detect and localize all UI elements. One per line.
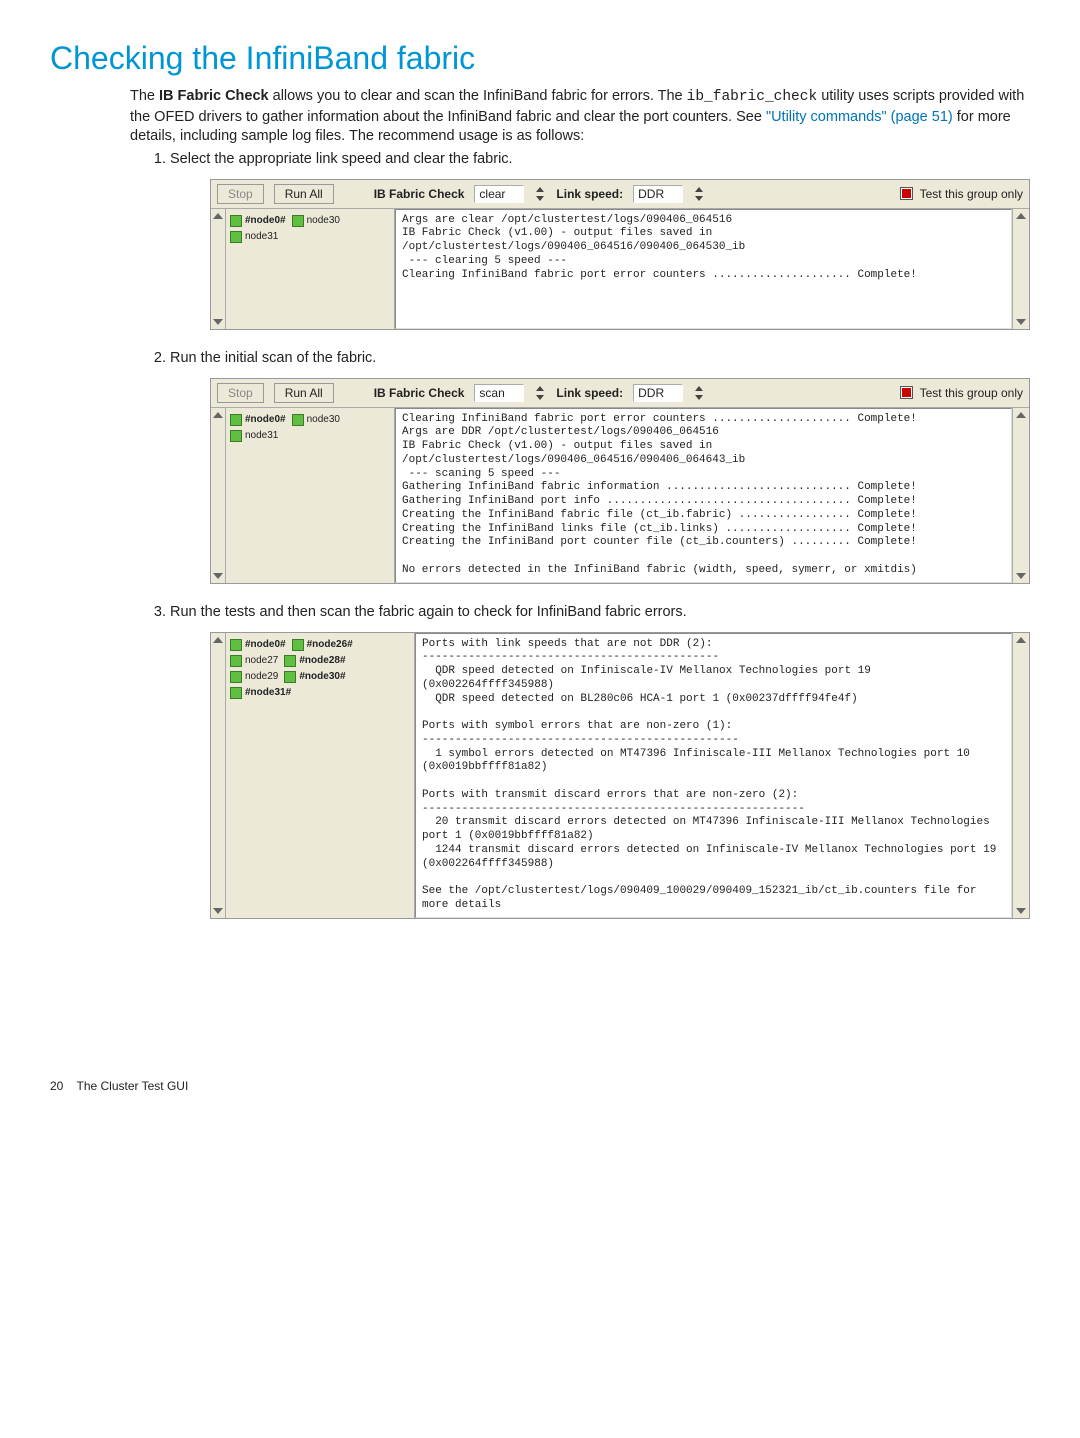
node-item[interactable]: #node0# — [230, 215, 286, 227]
test-group-checkbox[interactable] — [900, 386, 913, 399]
node-label: #node30# — [299, 671, 345, 682]
link-speed-spinner[interactable] — [693, 186, 705, 202]
utility-commands-link[interactable]: "Utility commands" (page 51) — [766, 109, 953, 125]
right-scrollbar[interactable] — [1012, 408, 1029, 583]
stop-button[interactable]: Stop — [217, 383, 264, 403]
intro-code: ib_fabric_check — [687, 89, 818, 105]
figure-2: Stop Run All IB Fabric Check scan Link s… — [210, 378, 1030, 584]
node-status-icon — [292, 215, 304, 227]
test-group-checkbox[interactable] — [900, 187, 913, 200]
node-status-icon — [230, 231, 242, 243]
node-label: #node26# — [307, 639, 353, 650]
nodes-panel: #node0# #node26# node27 #node28# node29 … — [226, 633, 415, 918]
node-item[interactable]: #node31# — [230, 687, 291, 699]
mode-input[interactable]: clear — [474, 185, 524, 203]
node-status-icon — [284, 655, 296, 667]
test-group-label: Test this group only — [920, 187, 1023, 201]
figure-3: #node0# #node26# node27 #node28# node29 … — [210, 632, 1030, 919]
node-item[interactable]: #node28# — [284, 655, 345, 667]
left-scrollbar[interactable] — [211, 209, 226, 329]
node-item[interactable]: node30 — [292, 215, 340, 227]
node-item[interactable]: node31 — [230, 430, 278, 442]
node-label: #node28# — [299, 655, 345, 666]
page-footer: 20 The Cluster Test GUI — [50, 1079, 1030, 1093]
step-2-text: Run the initial scan of the fabric. — [170, 350, 376, 366]
step-2: Run the initial scan of the fabric. Stop… — [170, 350, 1030, 584]
intro-text: The — [130, 88, 159, 104]
node-item[interactable]: #node30# — [284, 671, 345, 683]
node-item[interactable]: #node0# — [230, 639, 286, 651]
run-all-button[interactable]: Run All — [274, 383, 334, 403]
node-label: #node0# — [245, 639, 286, 650]
nodes-panel: #node0# node30 node31 — [226, 209, 395, 329]
node-item[interactable]: node31 — [230, 231, 278, 243]
node-item[interactable]: node30 — [292, 414, 340, 426]
log-output: Clearing InfiniBand fabric port error co… — [395, 408, 1012, 583]
footer-label: The Cluster Test GUI — [76, 1079, 188, 1093]
step-3: Run the tests and then scan the fabric a… — [170, 604, 1030, 919]
node-label: node30 — [307, 414, 340, 425]
mode-input[interactable]: scan — [474, 384, 524, 402]
step-1: Select the appropriate link speed and cl… — [170, 151, 1030, 330]
page-number: 20 — [50, 1079, 63, 1093]
stop-button[interactable]: Stop — [217, 184, 264, 204]
node-label: node31 — [245, 430, 278, 441]
link-speed-spinner[interactable] — [693, 385, 705, 401]
node-status-icon — [292, 414, 304, 426]
node-status-icon — [230, 687, 242, 699]
node-label: #node0# — [245, 414, 286, 425]
right-scrollbar[interactable] — [1012, 209, 1029, 329]
figure-1: Stop Run All IB Fabric Check clear Link … — [210, 179, 1030, 330]
figure-1-toolbar: Stop Run All IB Fabric Check clear Link … — [211, 180, 1029, 209]
ib-fabric-check-label: IB Fabric Check — [374, 386, 465, 400]
log-output: Args are clear /opt/clustertest/logs/090… — [395, 209, 1012, 329]
node-label: #node31# — [245, 687, 291, 698]
link-speed-input[interactable]: DDR — [633, 384, 683, 402]
node-status-icon — [230, 639, 242, 651]
nodes-panel: #node0# node30 node31 — [226, 408, 395, 583]
ib-fabric-check-label: IB Fabric Check — [374, 187, 465, 201]
link-speed-label: Link speed: — [556, 187, 623, 201]
node-label: node31 — [245, 231, 278, 242]
mode-spinner[interactable] — [534, 186, 546, 202]
node-item[interactable]: node29 — [230, 671, 278, 683]
steps-list: Select the appropriate link speed and cl… — [130, 151, 1030, 919]
node-status-icon — [284, 671, 296, 683]
intro-bold: IB Fabric Check — [159, 88, 269, 104]
node-item[interactable]: node27 — [230, 655, 278, 667]
node-status-icon — [230, 215, 242, 227]
log-output: Ports with link speeds that are not DDR … — [415, 633, 1012, 918]
step-3-text: Run the tests and then scan the fabric a… — [170, 604, 687, 620]
run-all-button[interactable]: Run All — [274, 184, 334, 204]
intro-paragraph: The IB Fabric Check allows you to clear … — [130, 87, 1030, 147]
left-scrollbar[interactable] — [211, 633, 226, 918]
node-status-icon — [230, 430, 242, 442]
node-item[interactable]: #node26# — [292, 639, 353, 651]
node-label: node30 — [307, 215, 340, 226]
link-speed-input[interactable]: DDR — [633, 185, 683, 203]
node-status-icon — [230, 414, 242, 426]
node-label: #node0# — [245, 215, 286, 226]
node-item[interactable]: #node0# — [230, 414, 286, 426]
page-title: Checking the InfiniBand fabric — [50, 40, 1030, 77]
figure-2-toolbar: Stop Run All IB Fabric Check scan Link s… — [211, 379, 1029, 408]
mode-spinner[interactable] — [534, 385, 546, 401]
right-scrollbar[interactable] — [1012, 633, 1029, 918]
link-speed-label: Link speed: — [556, 386, 623, 400]
test-group-label: Test this group only — [920, 386, 1023, 400]
left-scrollbar[interactable] — [211, 408, 226, 583]
step-1-text: Select the appropriate link speed and cl… — [170, 151, 513, 167]
node-label: node27 — [245, 655, 278, 666]
node-status-icon — [230, 655, 242, 667]
node-status-icon — [230, 671, 242, 683]
node-label: node29 — [245, 671, 278, 682]
intro-text: allows you to clear and scan the InfiniB… — [269, 88, 687, 104]
node-status-icon — [292, 639, 304, 651]
